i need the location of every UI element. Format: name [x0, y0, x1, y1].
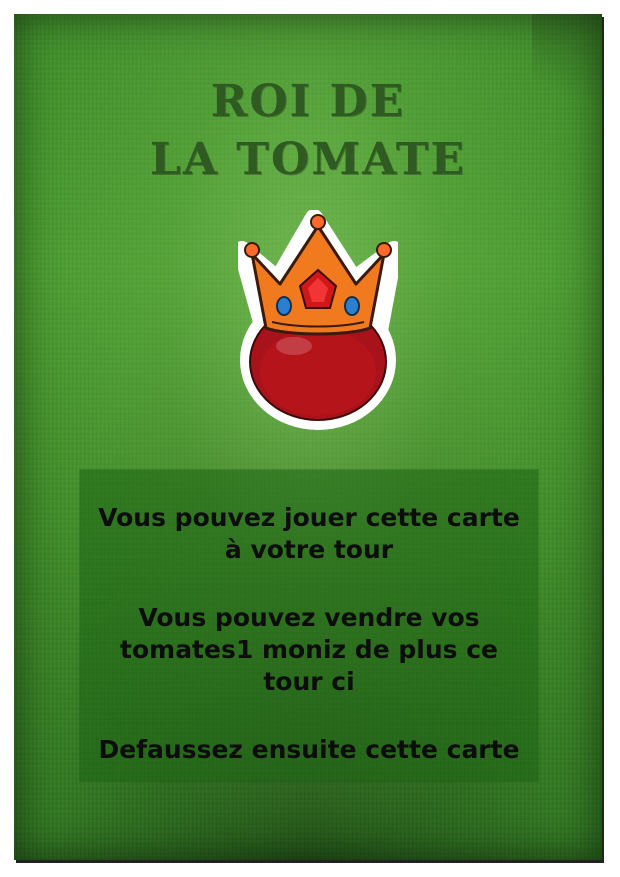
rule-text-line: à votre tour	[224, 535, 394, 564]
card-title-line1: ROI DE	[210, 76, 406, 127]
rule-text-line: Vous pouvez vendre vos	[138, 603, 480, 632]
crowned-tomato-icon	[238, 210, 398, 430]
rule-text-line: Vous pouvez jouer cette carte	[98, 503, 520, 532]
game-card[interactable]: ROI DE LA TOMATE Vous pouvez jouer cette…	[14, 14, 602, 860]
rule-text-line: tomates1 moniz de plus ce	[120, 635, 498, 664]
rule-text-line: Defaussez ensuite cette carte	[98, 735, 520, 764]
card-title-line2: LA TOMATE	[149, 134, 467, 185]
crown	[244, 214, 392, 336]
rules-text-panel: Vous pouvez jouer cette carte à votre to…	[80, 470, 538, 781]
rule-text-line: tour ci	[263, 667, 355, 696]
